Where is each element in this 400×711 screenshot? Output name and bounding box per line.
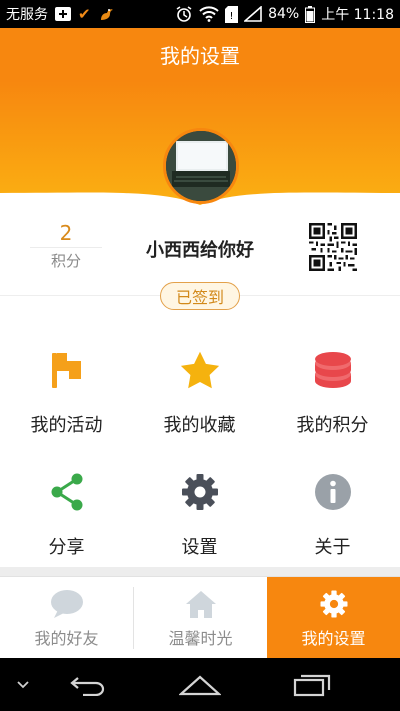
username: 小西西给你好	[146, 240, 254, 261]
menu-item-share[interactable]: 分享	[0, 442, 133, 564]
settings-menu-grid: 我的活动 我的收藏 我的积分 分享 设置 关于	[0, 320, 400, 565]
svg-text:!: !	[230, 11, 234, 22]
star-icon	[178, 348, 222, 392]
chevron-down-icon[interactable]	[10, 658, 36, 711]
signin-status-badge[interactable]: 已签到	[160, 282, 240, 310]
tab-label: 温馨时光	[168, 629, 233, 648]
tab-warm-time[interactable]: 温馨时光	[134, 577, 267, 659]
battery-icon	[305, 5, 316, 23]
menu-item-my-favorites[interactable]: 我的收藏	[133, 320, 266, 442]
flag-icon	[45, 348, 89, 392]
share-icon	[45, 470, 89, 514]
tab-label: 我的好友	[34, 629, 99, 648]
alarm-icon	[175, 5, 193, 23]
signal-icon	[244, 6, 262, 22]
tab-my-settings[interactable]: 我的设置	[267, 577, 400, 659]
menu-item-label: 分享	[48, 537, 85, 558]
carrier-label: 无服务	[6, 7, 48, 23]
gear-icon	[178, 470, 222, 514]
points-label: 积分	[30, 247, 102, 272]
status-bar: 无服务 ✔ ! 84% 上午 11:18	[0, 0, 400, 28]
back-icon[interactable]	[62, 658, 114, 711]
battery-percent: 84%	[268, 6, 300, 22]
menu-item-my-points[interactable]: 我的积分	[266, 320, 399, 442]
menu-item-label: 关于	[314, 537, 351, 558]
menu-item-label: 我的收藏	[163, 415, 236, 436]
clock: 上午 11:18	[321, 7, 394, 23]
bottom-tab-bar: 我的好友 温馨时光 我的设置	[0, 576, 400, 659]
tab-label: 我的设置	[301, 629, 366, 648]
menu-item-label: 设置	[181, 537, 218, 558]
avatar[interactable]	[163, 128, 239, 204]
menu-item-my-activities[interactable]: 我的活动	[0, 320, 133, 442]
points-value: 2	[59, 221, 73, 245]
wifi-icon	[199, 6, 219, 22]
home-icon	[184, 589, 218, 619]
check-notification-icon: ✔	[78, 5, 91, 23]
chat-bubble-icon	[50, 589, 84, 619]
menu-item-label: 我的活动	[30, 415, 103, 436]
menu-item-label: 我的积分	[296, 415, 369, 436]
menu-item-about[interactable]: 关于	[266, 442, 399, 564]
tab-friends[interactable]: 我的好友	[0, 577, 133, 659]
recent-apps-icon[interactable]	[286, 658, 338, 711]
app-header: 我的设置	[0, 28, 400, 81]
sim-icon: !	[225, 5, 239, 23]
info-icon	[311, 470, 355, 514]
squirrel-app-icon	[98, 6, 114, 22]
system-navigation-bar	[0, 658, 400, 711]
qr-code-icon[interactable]	[309, 223, 357, 271]
menu-item-settings[interactable]: 设置	[133, 442, 266, 564]
gear-icon	[317, 589, 351, 619]
coins-icon	[311, 348, 355, 392]
page-title: 我的设置	[160, 44, 240, 68]
section-gap	[0, 567, 400, 576]
avatar-photo	[166, 131, 236, 201]
add-notification-icon	[55, 7, 71, 21]
points-stat[interactable]: 2 积分	[30, 220, 102, 272]
home-nav-icon[interactable]	[174, 658, 226, 711]
